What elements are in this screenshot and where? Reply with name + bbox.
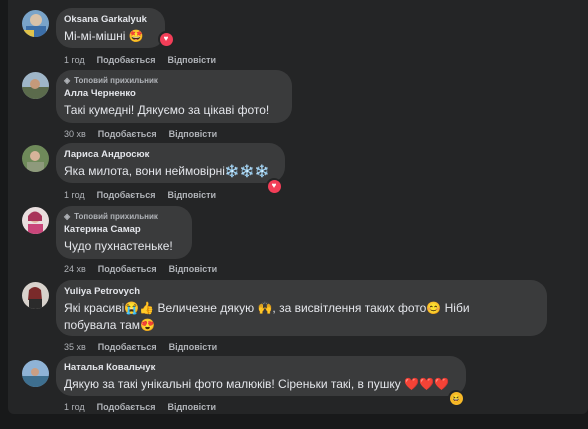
comment-author[interactable]: Oksana Garkalyuk <box>64 14 155 26</box>
avatar[interactable] <box>22 145 49 172</box>
comment-meta: 35 хв Подобається Відповісти <box>64 341 229 353</box>
comment-text: Дякую за такі унікальні фото малюків! Сі… <box>64 377 449 391</box>
reaction-count[interactable]: ♥ <box>158 31 174 47</box>
comments-panel: Oksana Garkalyuk Мі-мі-мішні 🤩 ♥ 1 год П… <box>8 0 588 414</box>
comment-bubble: Наталья Ковальчук Дякую за такі унікальн… <box>56 356 466 396</box>
comment-time[interactable]: 1 год <box>64 54 85 66</box>
reply-button[interactable]: Відповісти <box>167 189 216 201</box>
reply-button[interactable]: Відповісти <box>169 341 218 353</box>
avatar[interactable] <box>22 10 49 37</box>
like-button[interactable]: Подобається <box>98 341 157 353</box>
like-button[interactable]: Подобається <box>97 401 156 413</box>
comment-text: Яка милота, вони неймовірні❄️❄️❄️ <box>64 164 270 178</box>
comment-bubble: ◈ Топовий прихильник Алла Черненко Такі к… <box>56 70 292 123</box>
avatar[interactable] <box>22 207 49 234</box>
haha-reaction-icon: 😆 <box>449 391 463 405</box>
comment-time[interactable]: 1 год <box>64 401 85 413</box>
comment-text-line-2: побувала там😍 <box>64 318 155 332</box>
comment-bubble: Oksana Garkalyuk Мі-мі-мішні 🤩 <box>56 8 165 48</box>
avatar[interactable] <box>22 72 49 99</box>
comment-bubble: Yuliya Petrovych Які красиві😭👍 Величезне… <box>56 280 547 336</box>
comment-time[interactable]: 35 хв <box>64 341 86 353</box>
comment-author[interactable]: Yuliya Petrovych <box>64 286 537 298</box>
comment-meta: 1 год Подобається Відповісти <box>64 54 228 66</box>
like-button[interactable]: Подобається <box>98 263 157 275</box>
comment-time[interactable]: 1 год <box>64 189 85 201</box>
comment-text-line-1: Які красиві😭👍 Величезне дякую 🙌, за висв… <box>64 301 470 315</box>
comment-time[interactable]: 24 хв <box>64 263 86 275</box>
comment-author[interactable]: Алла Черненко <box>64 88 282 100</box>
avatar[interactable] <box>22 282 49 309</box>
comment-author[interactable]: Катерина Самар <box>64 224 182 236</box>
top-fan-icon: ◈ <box>64 212 71 221</box>
comment-text: Мі-мі-мішні 🤩 <box>64 29 144 43</box>
love-reaction-icon: ♥ <box>267 179 281 193</box>
like-button[interactable]: Подобається <box>97 54 156 66</box>
reaction-count[interactable]: 😆 <box>448 390 464 406</box>
comment-bubble: Лариса Андросюк Яка милота, вони неймові… <box>56 143 285 183</box>
reaction-count[interactable]: ♥ <box>266 178 282 194</box>
comment-meta: 1 год Подобається Відповісти <box>64 189 228 201</box>
like-button[interactable]: Подобається <box>98 128 157 140</box>
like-button[interactable]: Подобається <box>97 189 156 201</box>
comment-time[interactable]: 30 хв <box>64 128 86 140</box>
comment-bubble: ◈ Топовий прихильник Катерина Самар Чудо … <box>56 206 192 259</box>
reply-button[interactable]: Відповісти <box>169 128 218 140</box>
top-fan-badge: ◈ Топовий прихильник <box>64 76 158 85</box>
comment-author[interactable]: Наталья Ковальчук <box>64 362 456 374</box>
love-reaction-icon: ♥ <box>159 32 173 46</box>
reply-button[interactable]: Відповісти <box>167 401 216 413</box>
top-fan-badge: ◈ Топовий прихильник <box>64 212 158 221</box>
top-fan-icon: ◈ <box>64 76 71 85</box>
comment-meta: 30 хв Подобається Відповісти <box>64 128 229 140</box>
avatar[interactable] <box>22 360 49 387</box>
comment-author[interactable]: Лариса Андросюк <box>64 149 275 161</box>
reply-button[interactable]: Відповісти <box>169 263 218 275</box>
comment-text: Такі кумедні! Дякуємо за цікаві фото! <box>64 103 270 117</box>
comment-meta: 24 хв Подобається Відповісти <box>64 263 229 275</box>
comment-meta: 1 год Подобається Відповісти <box>64 401 228 413</box>
comment-text: Чудо пухнастеньке! <box>64 239 173 253</box>
reply-button[interactable]: Відповісти <box>167 54 216 66</box>
